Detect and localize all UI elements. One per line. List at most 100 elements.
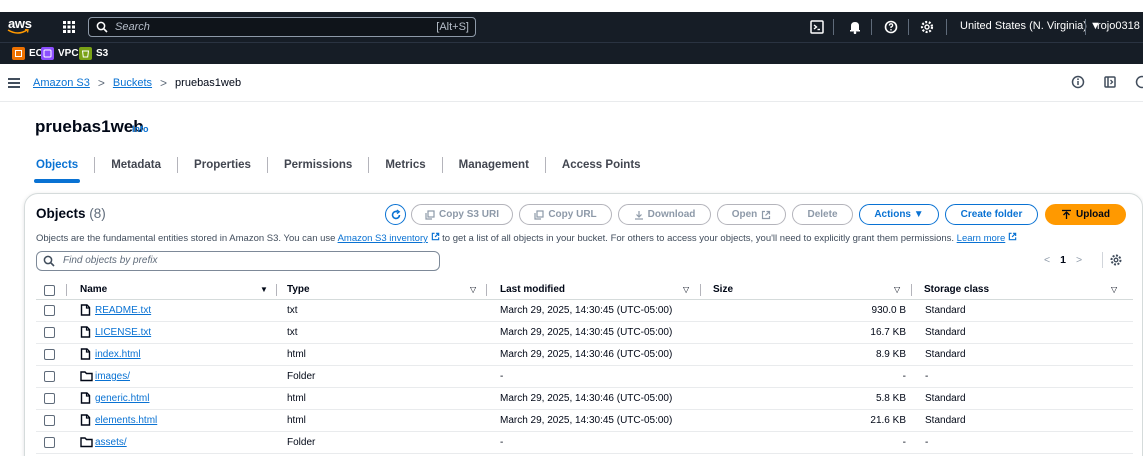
tab-properties[interactable]: Properties [178,150,267,180]
upload-icon [1062,209,1072,219]
object-last-modified: - [500,437,504,448]
select-all-checkbox[interactable] [44,285,55,296]
vpc-icon [41,47,54,60]
previous-page-button[interactable]: < [1044,254,1050,266]
object-name-link[interactable]: images/ [95,371,130,382]
description-text: Objects are the fundamental entities sto… [36,233,338,244]
learn-more-link[interactable]: Learn more [957,233,1006,244]
menu-icon[interactable] [8,78,20,88]
column-type[interactable]: Type [287,284,310,295]
global-search-input[interactable]: Search [Alt+S] [88,17,476,37]
row-checkbox[interactable] [44,349,55,360]
favorite-label: VPC [58,48,79,59]
account-menu[interactable]: rojo0318 ▼ [1097,20,1143,32]
side-panel-icon[interactable] [1103,75,1117,89]
services-grid-icon[interactable] [60,18,78,36]
aws-logo[interactable]: aws [6,15,34,39]
column-size[interactable]: Size [713,284,733,295]
sort-caret-icon[interactable]: ▽ [894,285,900,294]
info-link[interactable]: Info [132,124,149,134]
upload-button[interactable]: Upload [1045,204,1126,225]
favorite-vpc[interactable]: VPC [41,47,79,60]
object-storage-class: Standard [925,349,966,360]
bucket-tabs: Objects Metadata Properties Permissions … [20,150,657,183]
object-name-link[interactable]: generic.html [95,393,149,404]
find-objects-input[interactable]: Find objects by prefix [36,251,440,271]
actions-dropdown[interactable]: Actions ▼ [859,204,939,225]
objects-table: Name ▼ Type ▽ Last modified ▽ Size ▽ Sto… [36,280,1133,454]
external-link-icon [431,232,439,241]
table-row[interactable]: index.html html March 29, 2025, 14:30:46… [36,344,1133,366]
tab-access-points[interactable]: Access Points [546,150,657,180]
table-row[interactable]: README.txt txt March 29, 2025, 14:30:45 … [36,300,1133,322]
row-checkbox[interactable] [44,327,55,338]
cloudshell-icon[interactable] [808,18,826,36]
gear-icon[interactable] [918,18,936,36]
breadcrumb-separator: > [97,76,105,90]
tab-metadata[interactable]: Metadata [95,150,177,180]
object-type: txt [287,327,298,338]
row-checkbox[interactable] [44,415,55,426]
more-tools-icon[interactable] [1135,75,1143,89]
copy-s3-uri-button[interactable]: Copy S3 URI [411,204,513,225]
favorite-s3[interactable]: S3 [79,47,108,60]
table-row[interactable]: assets/ Folder - - - [36,432,1133,454]
object-name-link[interactable]: LICENSE.txt [95,327,151,338]
column-name[interactable]: Name [80,284,107,295]
sort-caret-icon[interactable]: ▽ [1111,285,1117,294]
table-settings-icon[interactable] [1109,253,1123,267]
object-name-link[interactable]: index.html [95,349,141,360]
info-circle-icon[interactable] [1071,75,1085,89]
breadcrumb-buckets[interactable]: Buckets [113,77,152,89]
object-last-modified: March 29, 2025, 14:30:45 (UTC-05:00) [500,415,673,426]
sort-caret-icon[interactable]: ▽ [470,285,476,294]
table-row[interactable]: elements.html html March 29, 2025, 14:30… [36,410,1133,432]
page-tools [1071,75,1143,89]
table-row[interactable]: images/ Folder - - - [36,366,1133,388]
create-folder-label: Create folder [960,209,1023,220]
help-icon[interactable] [882,18,900,36]
sort-caret-icon[interactable]: ▼ [260,285,268,294]
object-type: html [287,415,306,426]
tab-metrics[interactable]: Metrics [369,150,441,180]
row-checkbox[interactable] [44,371,55,382]
delete-button[interactable]: Delete [792,204,853,225]
download-icon [634,210,643,220]
s3-inventory-link[interactable]: Amazon S3 inventory [338,233,428,244]
object-name-link[interactable]: README.txt [95,305,151,316]
region-selector[interactable]: United States (N. Virginia) ▼ [960,20,1101,32]
sort-caret-icon[interactable]: ▽ [683,285,689,294]
object-last-modified: March 29, 2025, 14:30:46 (UTC-05:00) [500,349,673,360]
objects-count: (8) [89,206,106,221]
tab-permissions[interactable]: Permissions [268,150,368,180]
refresh-button[interactable] [385,204,406,225]
nav-divider [871,19,872,35]
page-number[interactable]: 1 [1060,254,1066,266]
bell-icon[interactable] [846,18,864,36]
table-row[interactable]: LICENSE.txt txt March 29, 2025, 14:30:45… [36,322,1133,344]
object-name-link[interactable]: assets/ [95,437,127,448]
tab-management[interactable]: Management [443,150,545,180]
breadcrumb-amazon-s3[interactable]: Amazon S3 [33,77,90,89]
open-button[interactable]: Open [717,204,786,225]
column-storage-class[interactable]: Storage class [924,284,989,295]
next-page-button[interactable]: > [1076,254,1082,266]
row-checkbox[interactable] [44,393,55,404]
copy-s3-uri-label: Copy S3 URI [438,209,499,220]
column-last-modified[interactable]: Last modified [500,284,565,295]
create-folder-button[interactable]: Create folder [945,204,1038,225]
table-header: Name ▼ Type ▽ Last modified ▽ Size ▽ Sto… [36,280,1133,300]
favorite-label: S3 [96,48,109,59]
tab-objects[interactable]: Objects [20,150,94,183]
nav-divider [1085,19,1086,35]
object-storage-class: Standard [925,305,966,316]
table-row[interactable]: generic.html html March 29, 2025, 14:30:… [36,388,1133,410]
object-type: html [287,349,306,360]
download-button[interactable]: Download [618,204,711,225]
objects-heading: Objects (8) [36,206,106,221]
pager-divider [1102,252,1103,268]
row-checkbox[interactable] [44,437,55,448]
row-checkbox[interactable] [44,305,55,316]
copy-url-button[interactable]: Copy URL [519,204,612,225]
object-name-link[interactable]: elements.html [95,415,157,426]
